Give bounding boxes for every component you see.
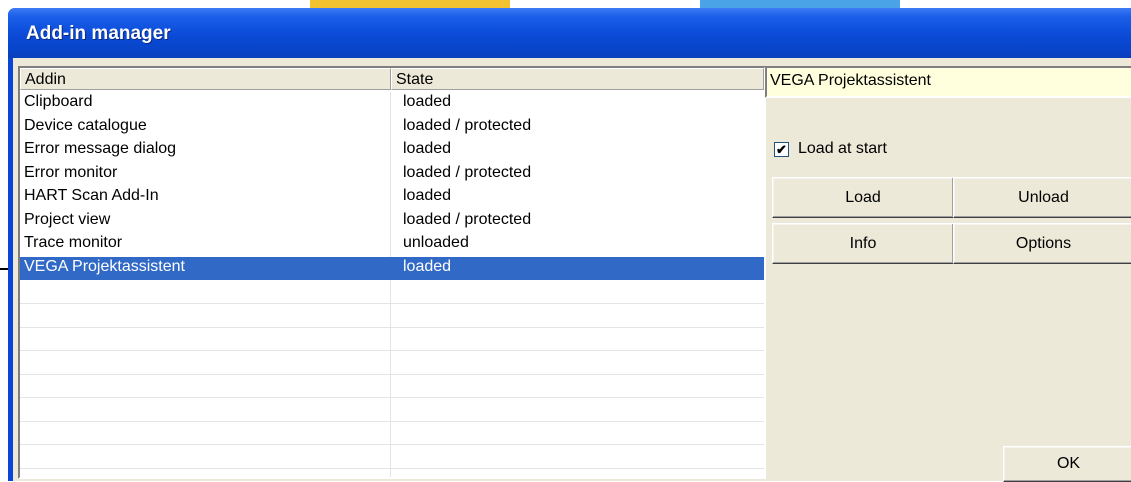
addin-name-cell: Error monitor: [24, 164, 118, 181]
table-row[interactable]: Project view loaded / protected: [20, 210, 764, 233]
addin-state-cell: loaded: [403, 258, 452, 275]
empty-table-row: [20, 280, 764, 304]
options-button[interactable]: Options: [953, 223, 1131, 264]
load-at-start-label[interactable]: Load at start: [798, 140, 887, 158]
empty-table-row: [20, 374, 764, 398]
background-yellow-shape: [310, 0, 510, 8]
list-header: Addin State: [20, 68, 764, 92]
addin-name-cell: Project view: [24, 211, 111, 228]
table-row[interactable]: Clipboard loaded: [20, 92, 764, 115]
addin-state-cell: loaded / protected: [403, 211, 532, 228]
addin-name-cell: Device catalogue: [24, 117, 147, 134]
addin-state-cell: unloaded: [403, 234, 469, 251]
addin-state-cell: loaded: [403, 93, 452, 110]
title-bar[interactable]: Add-in manager: [8, 8, 1131, 58]
load-button[interactable]: Load: [772, 177, 954, 218]
addin-name-cell: Error message dialog: [24, 140, 177, 157]
addin-list[interactable]: Addin State Clipboard loaded Device catalo…: [18, 66, 766, 479]
background-blue-shape: [700, 0, 900, 8]
add-in-manager-window: Add-in manager Addin State Clipboard load…: [8, 8, 1131, 482]
addin-name-cell: Trace monitor: [24, 234, 123, 251]
table-row[interactable]: Trace monitor unloaded: [20, 233, 764, 256]
selected-addin-name-field: VEGA Projektassistent: [765, 66, 1131, 98]
table-row[interactable]: Error message dialog loaded: [20, 139, 764, 162]
empty-table-row: [20, 421, 764, 445]
ok-button[interactable]: OK: [1003, 446, 1131, 482]
addin-name-cell: VEGA Projektassistent: [24, 258, 185, 275]
window-title: Add-in manager: [26, 23, 171, 44]
empty-table-row: [20, 445, 764, 469]
column-header-state[interactable]: State: [391, 68, 764, 90]
addin-state-cell: loaded: [403, 187, 452, 204]
addin-name-cell: Clipboard: [24, 93, 93, 110]
empty-table-row: [20, 304, 764, 328]
unload-button[interactable]: Unload: [953, 177, 1131, 218]
addin-state-cell: loaded / protected: [403, 117, 532, 134]
table-row[interactable]: HART Scan Add-In loaded: [20, 186, 764, 209]
dialog-client-area: Addin State Clipboard loaded Device catalo…: [13, 58, 1131, 482]
table-row[interactable]: VEGA Projektassistent loaded: [20, 257, 764, 280]
addin-state-cell: loaded: [403, 140, 452, 157]
empty-table-row: [20, 398, 764, 422]
addin-state-cell: loaded / protected: [403, 164, 532, 181]
column-header-addin[interactable]: Addin: [20, 68, 391, 90]
table-row[interactable]: Device catalogue loaded / protected: [20, 116, 764, 139]
info-button[interactable]: Info: [772, 223, 954, 264]
addin-name-cell: HART Scan Add-In: [24, 187, 159, 204]
load-at-start-checkbox[interactable]: ✔: [774, 142, 789, 157]
table-row[interactable]: Error monitor loaded / protected: [20, 163, 764, 186]
empty-table-row: [20, 327, 764, 351]
empty-table-row: [20, 351, 764, 375]
